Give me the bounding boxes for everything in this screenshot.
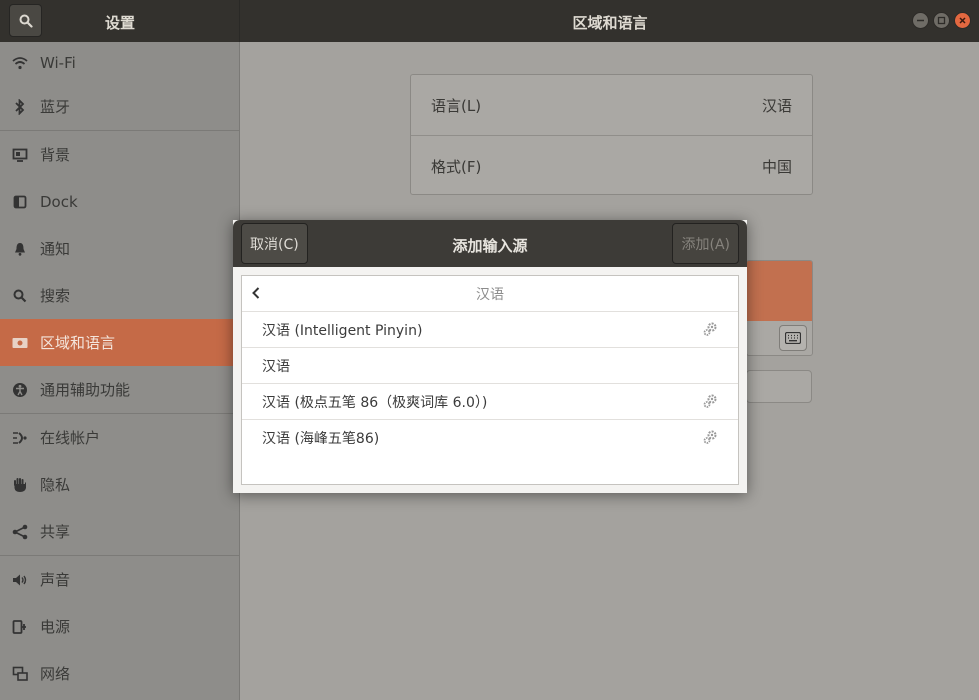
sidebar-item-label: 声音 xyxy=(40,571,71,589)
list-item-label: 汉语 (极点五笔 86（极爽词库 6.0）) xyxy=(262,394,488,411)
keyboard-icon xyxy=(785,332,801,344)
sidebar-item-online-accounts[interactable]: 在线帐户 xyxy=(0,414,239,461)
sidebar-item-sound[interactable]: 声音 xyxy=(0,556,239,603)
sidebar-item-dock[interactable]: Dock xyxy=(0,178,239,225)
add-input-source-dialog: 取消(C) 添加输入源 添加(A) 汉语 汉语 (Intelligent Pin… xyxy=(233,220,747,493)
background-icon xyxy=(12,147,28,163)
maximize-icon xyxy=(937,16,946,25)
sidebar-item-label: Dock xyxy=(40,192,78,211)
language-label: 语言(L) xyxy=(431,96,482,115)
share-icon xyxy=(12,524,28,540)
close-button[interactable] xyxy=(954,12,971,29)
gears-icon xyxy=(703,394,717,408)
sidebar-item-sharing[interactable]: 共享 xyxy=(0,508,239,555)
language-row[interactable]: 语言(L) 汉语 xyxy=(411,75,812,135)
sidebar-item-power[interactable]: 电源 xyxy=(0,603,239,650)
flag-icon xyxy=(12,335,28,351)
online-accounts-icon xyxy=(12,430,28,446)
sidebar-item-search[interactable]: 搜索 xyxy=(0,272,239,319)
list-header-label: 汉语 xyxy=(476,286,504,303)
maximize-button[interactable] xyxy=(933,12,950,29)
sidebar-item-label: 蓝牙 xyxy=(40,98,71,116)
sidebar-item-label: 在线帐户 xyxy=(40,429,101,447)
list-item[interactable]: 汉语 xyxy=(242,348,738,384)
window-controls xyxy=(912,12,971,29)
sidebar-item-region-language[interactable]: 区域和语言 xyxy=(0,319,239,366)
region-settings-frame: 语言(L) 汉语 格式(F) 中国 xyxy=(410,74,813,195)
sidebar-header: 设置 xyxy=(0,0,240,42)
dialog-title: 添加输入源 xyxy=(452,237,528,255)
sidebar: Wi-Fi 蓝牙 背景 Dock 通知 搜索 区域和语言 通用辅助功能 在线帐户… xyxy=(0,42,240,700)
list-item-label: 汉语 xyxy=(262,358,290,375)
search-icon xyxy=(12,288,28,304)
settings-title: 设置 xyxy=(104,14,135,32)
chevron-left-icon xyxy=(252,287,260,299)
sidebar-item-notifications[interactable]: 通知 xyxy=(0,225,239,272)
formats-row[interactable]: 格式(F) 中国 xyxy=(411,136,812,196)
sidebar-item-wifi[interactable]: Wi-Fi xyxy=(0,42,239,83)
speaker-icon xyxy=(12,572,28,588)
dialog-header: 取消(C) 添加输入源 添加(A) xyxy=(233,220,747,267)
sidebar-item-label: 网络 xyxy=(40,665,71,683)
power-icon xyxy=(12,619,28,635)
input-source-selected[interactable] xyxy=(747,261,812,321)
sidebar-item-accessibility[interactable]: 通用辅助功能 xyxy=(0,366,239,413)
add-button[interactable]: 添加(A) xyxy=(672,223,739,264)
page-title: 区域和语言 xyxy=(572,14,648,32)
minimize-button[interactable] xyxy=(912,12,929,29)
network-icon xyxy=(12,666,28,682)
back-button[interactable] xyxy=(248,285,264,301)
list-item-label: 汉语 (Intelligent Pinyin) xyxy=(262,322,423,339)
input-source-list: 汉语 汉语 (Intelligent Pinyin) 汉语 汉语 (极点五笔 8… xyxy=(241,275,739,485)
gears-icon xyxy=(703,322,717,336)
sidebar-item-label: 区域和语言 xyxy=(40,334,116,352)
bell-icon xyxy=(12,241,28,257)
sidebar-item-privacy[interactable]: 隐私 xyxy=(0,461,239,508)
sidebar-item-label: 隐私 xyxy=(40,476,71,494)
sidebar-item-label: 共享 xyxy=(40,523,71,541)
sidebar-item-label: 背景 xyxy=(40,146,71,164)
accessibility-icon xyxy=(12,382,28,398)
sidebar-item-label: 通用辅助功能 xyxy=(40,381,131,399)
language-value: 汉语 xyxy=(761,96,792,115)
sidebar-item-background[interactable]: 背景 xyxy=(0,131,239,178)
close-icon xyxy=(959,17,966,24)
formats-label: 格式(F) xyxy=(431,157,482,176)
dock-icon xyxy=(12,194,28,210)
formats-value: 中国 xyxy=(761,157,792,176)
sidebar-item-label: 电源 xyxy=(40,618,71,636)
wifi-icon xyxy=(12,55,28,71)
list-item[interactable]: 汉语 (Intelligent Pinyin) xyxy=(242,312,738,348)
sidebar-item-network[interactable]: 网络 xyxy=(0,650,239,697)
sidebar-item-label: 搜索 xyxy=(40,287,71,305)
hand-icon xyxy=(12,477,28,493)
header-bar: 设置 区域和语言 xyxy=(0,0,979,42)
gears-icon xyxy=(703,430,717,444)
sidebar-item-label: Wi-Fi xyxy=(40,53,76,72)
sidebar-item-bluetooth[interactable]: 蓝牙 xyxy=(0,83,239,130)
minimize-icon xyxy=(917,19,924,22)
list-item[interactable]: 汉语 (极点五笔 86（极爽词库 6.0）) xyxy=(242,384,738,420)
sidebar-item-label: 通知 xyxy=(40,240,71,258)
list-item[interactable]: 汉语 (海峰五笔86) xyxy=(242,420,738,456)
options-button[interactable] xyxy=(746,370,812,403)
list-header: 汉语 xyxy=(242,276,738,312)
keyboard-layout-button[interactable] xyxy=(779,325,807,351)
bluetooth-icon xyxy=(12,98,28,115)
list-item-label: 汉语 (海峰五笔86) xyxy=(262,431,380,447)
